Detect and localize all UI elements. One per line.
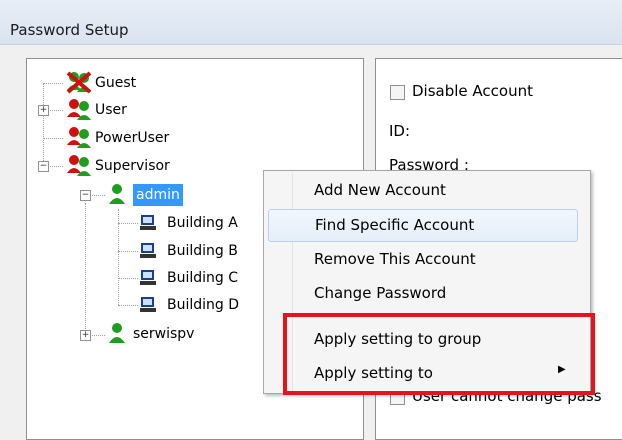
menu-item-label: Add New Account <box>314 181 446 199</box>
tree-node-label: Building A <box>167 215 238 231</box>
tree-node-label: Building C <box>167 270 239 286</box>
user-icon <box>109 184 125 204</box>
highlight-box <box>283 313 595 395</box>
group-icon <box>67 155 91 176</box>
tree-node-label: Guest <box>95 75 137 91</box>
id-label: ID: <box>389 122 411 140</box>
password-setup-window: Password Setup + − − + Guest User PowerU… <box>0 0 622 440</box>
menu-item-label: Find Specific Account <box>315 216 475 234</box>
tree-node-label: Supervisor <box>95 158 170 174</box>
computer-icon <box>140 243 156 258</box>
computer-icon <box>140 270 156 285</box>
menu-item-label: Remove This Account <box>314 250 476 268</box>
expand-supervisor-toggle[interactable]: − <box>38 161 49 172</box>
expand-admin-toggle[interactable]: − <box>80 190 91 201</box>
user-icon <box>109 323 125 343</box>
tree-node-label: Building D <box>167 297 240 313</box>
tree-node-label: PowerUser <box>95 130 170 146</box>
tree-node-label: serwispv <box>133 326 195 342</box>
menu-item-label: Change Password <box>314 284 447 302</box>
group-icon <box>67 99 91 120</box>
tree-node-label: Building B <box>167 243 238 259</box>
disable-account-checkbox[interactable] <box>390 85 405 100</box>
title-bar: Password Setup <box>0 0 622 45</box>
menu-item-remove-this-account[interactable]: Remove This Account <box>268 244 576 275</box>
tree-node-label: User <box>95 102 127 118</box>
computer-icon <box>140 215 156 230</box>
menu-item-find-specific-account[interactable]: Find Specific Account <box>268 209 578 242</box>
expand-user-toggle[interactable]: + <box>38 105 49 116</box>
computer-icon <box>140 297 156 312</box>
group-icon <box>67 127 91 148</box>
menu-item-change-password[interactable]: Change Password <box>268 278 576 309</box>
window-title: Password Setup <box>10 21 129 39</box>
expand-serwispv-toggle[interactable]: + <box>80 330 91 341</box>
disable-account-label: Disable Account <box>412 82 533 100</box>
group-x-icon <box>66 71 92 94</box>
menu-item-add-new-account[interactable]: Add New Account <box>268 175 576 206</box>
tree-node-label: admin <box>133 184 183 206</box>
